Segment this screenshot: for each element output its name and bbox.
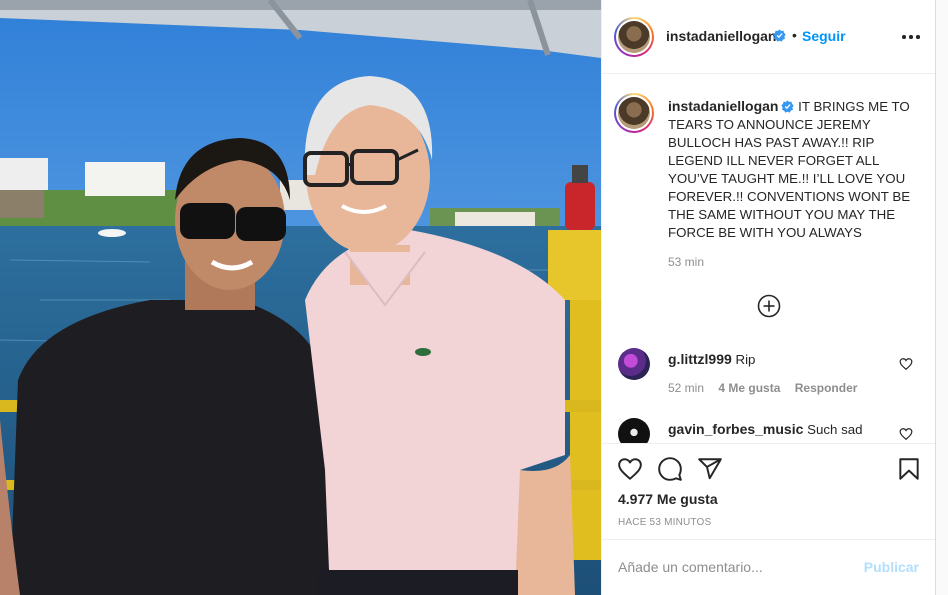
bookmark-icon[interactable] [896, 456, 922, 482]
comment-input[interactable] [618, 552, 848, 582]
heart-icon[interactable] [899, 427, 913, 441]
comment-body: Rip [735, 352, 756, 367]
more-options-icon[interactable] [901, 28, 921, 44]
share-icon[interactable] [697, 456, 723, 482]
publish-button[interactable]: Publicar [864, 559, 919, 575]
comment-text: gavin_forbes_music Such sad [668, 421, 863, 437]
comment-icon[interactable] [657, 456, 683, 482]
post-header: instadaniellogan • Seguir [602, 0, 935, 74]
post-photo-image [0, 0, 601, 595]
header-separator: • [792, 27, 797, 43]
post-time-ago[interactable]: HACE 53 MINUTOS [618, 517, 711, 528]
add-comment-bar: Publicar [602, 539, 935, 595]
commenter-avatar[interactable] [618, 348, 650, 380]
comments-section[interactable]: instadaniellogan IT BRINGS ME TO TEARS T… [602, 75, 935, 443]
comment-time: 52 min [668, 381, 705, 395]
caption-username[interactable]: instadaniellogan [668, 98, 778, 114]
verified-badge-icon [781, 100, 795, 113]
caption-timestamp: 53 min [668, 255, 705, 269]
author-avatar[interactable] [614, 17, 654, 57]
verified-badge-icon [773, 29, 786, 42]
comment-likes[interactable]: 4 Me gusta [718, 381, 780, 395]
caption-body: IT BRINGS ME TO TEARS TO ANNOUNCE JEREMY… [668, 99, 911, 240]
commenter-avatar[interactable] [618, 418, 650, 443]
post-actions: 4.977 Me gusta HACE 53 MINUTOS [602, 443, 935, 539]
comment-body: Such sad [807, 422, 863, 437]
author-username[interactable]: instadaniellogan [666, 28, 776, 44]
commenter-username[interactable]: gavin_forbes_music [668, 421, 803, 437]
reply-button[interactable]: Responder [795, 381, 858, 395]
comment-text: g.littzl999 Rip [668, 351, 755, 367]
post-details-panel: instadaniellogan • Seguir instadaniellog… [601, 0, 936, 595]
page-background-edge [936, 0, 948, 595]
caption-avatar[interactable] [614, 93, 654, 133]
plus-circle-icon[interactable] [757, 294, 781, 318]
follow-button[interactable]: Seguir [802, 28, 846, 44]
commenter-username[interactable]: g.littzl999 [668, 351, 732, 367]
caption-text: instadaniellogan IT BRINGS ME TO TEARS T… [668, 97, 918, 242]
heart-icon[interactable] [899, 357, 913, 371]
comment-meta: 52 min 4 Me gusta Responder [668, 381, 868, 395]
likes-count[interactable]: 4.977 Me gusta [618, 491, 718, 507]
post-photo [0, 0, 601, 595]
heart-icon[interactable] [617, 456, 643, 482]
